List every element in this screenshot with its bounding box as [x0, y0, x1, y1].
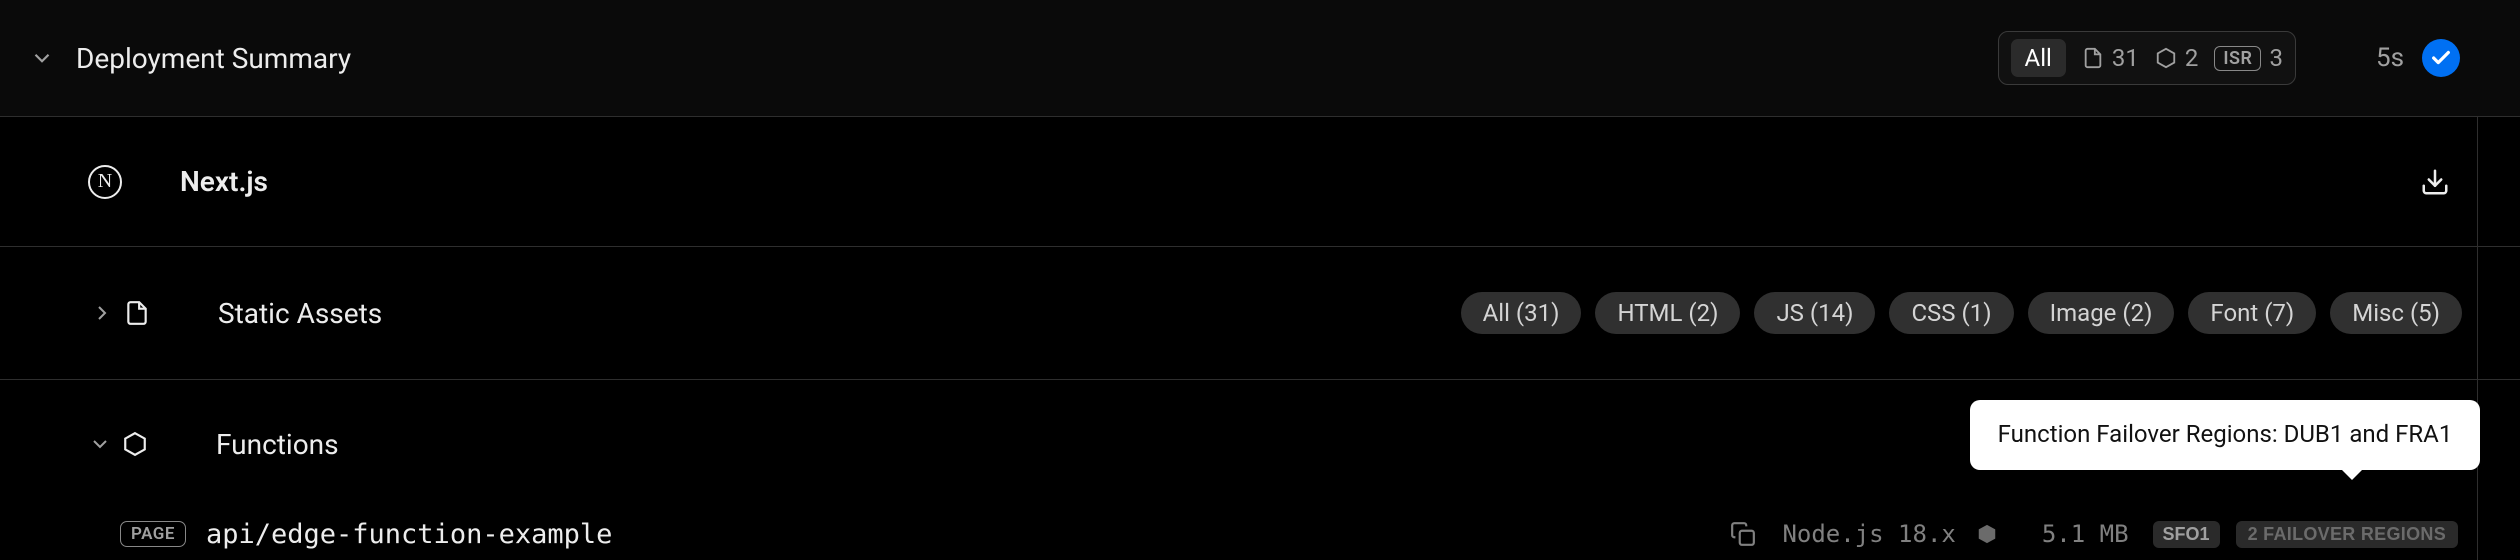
asset-tag-misc[interactable]: Misc (5)	[2330, 292, 2462, 334]
filter-all[interactable]: All	[2011, 39, 2066, 77]
filter-isr[interactable]: ISR 3	[2214, 44, 2283, 72]
chevron-right-icon	[88, 299, 116, 327]
chevron-down-icon	[28, 44, 56, 72]
function-path: api/edge-function-example	[206, 519, 612, 550]
filter-pages[interactable]: 31	[2082, 44, 2139, 72]
asset-tag-js[interactable]: JS (14)	[1754, 292, 1875, 334]
asset-tag-image[interactable]: Image (2)	[2028, 292, 2175, 334]
failover-tooltip: Function Failover Regions: DUB1 and FRA1	[1970, 400, 2480, 470]
nextjs-logo-icon: N	[88, 165, 122, 199]
cube-icon	[1976, 523, 1998, 545]
asset-tag-css[interactable]: CSS (1)	[1889, 292, 2013, 334]
failover-regions-pill[interactable]: 2 FAILOVER REGIONS	[2236, 521, 2458, 548]
function-meta: Node.js 18.x 5.1 MB SFO1 2 FAILOVER REGI…	[1730, 520, 2458, 548]
copy-icon[interactable]	[1730, 521, 1756, 547]
isr-badge: ISR	[2214, 46, 2261, 71]
framework-row: N Next.js	[0, 117, 2520, 247]
filter-isr-count: 3	[2269, 44, 2283, 72]
asset-tag-html[interactable]: HTML (2)	[1595, 292, 1740, 334]
static-assets-label: Static Assets	[218, 297, 382, 330]
runtime-label: Node.js 18.x	[1782, 520, 1955, 548]
filter-functions[interactable]: 2	[2155, 44, 2199, 72]
build-time: 5s	[2376, 43, 2404, 73]
asset-tag-all[interactable]: All (31)	[1461, 292, 1582, 334]
filter-functions-count: 2	[2185, 44, 2199, 72]
page-icon	[2082, 47, 2104, 69]
asset-tag-font[interactable]: Font (7)	[2188, 292, 2316, 334]
function-icon	[2155, 47, 2177, 69]
summary-filter-group: All 31 2 ISR 3	[1998, 31, 2296, 85]
functions-label: Functions	[216, 428, 339, 461]
region-pill: SFO1	[2153, 521, 2220, 548]
filter-pages-count: 31	[2112, 44, 2139, 72]
page-icon	[124, 300, 150, 326]
success-check-icon	[2422, 39, 2460, 77]
size-label: 5.1 MB	[2042, 520, 2129, 548]
deployment-summary-title: Deployment Summary	[76, 42, 351, 75]
framework-name: Next.js	[180, 165, 268, 198]
function-icon	[122, 431, 148, 457]
deployment-summary-header[interactable]: Deployment Summary All 31 2 ISR 3 5s	[0, 0, 2520, 117]
function-item-row[interactable]: PAGE api/edge-function-example Node.js 1…	[0, 508, 2520, 560]
page-type-badge: PAGE	[120, 521, 186, 547]
asset-tags: All (31) HTML (2) JS (14) CSS (1) Image …	[1461, 292, 2462, 334]
download-icon[interactable]	[2420, 167, 2450, 197]
static-assets-row[interactable]: Static Assets All (31) HTML (2) JS (14) …	[0, 247, 2520, 380]
chevron-down-icon	[86, 430, 114, 458]
